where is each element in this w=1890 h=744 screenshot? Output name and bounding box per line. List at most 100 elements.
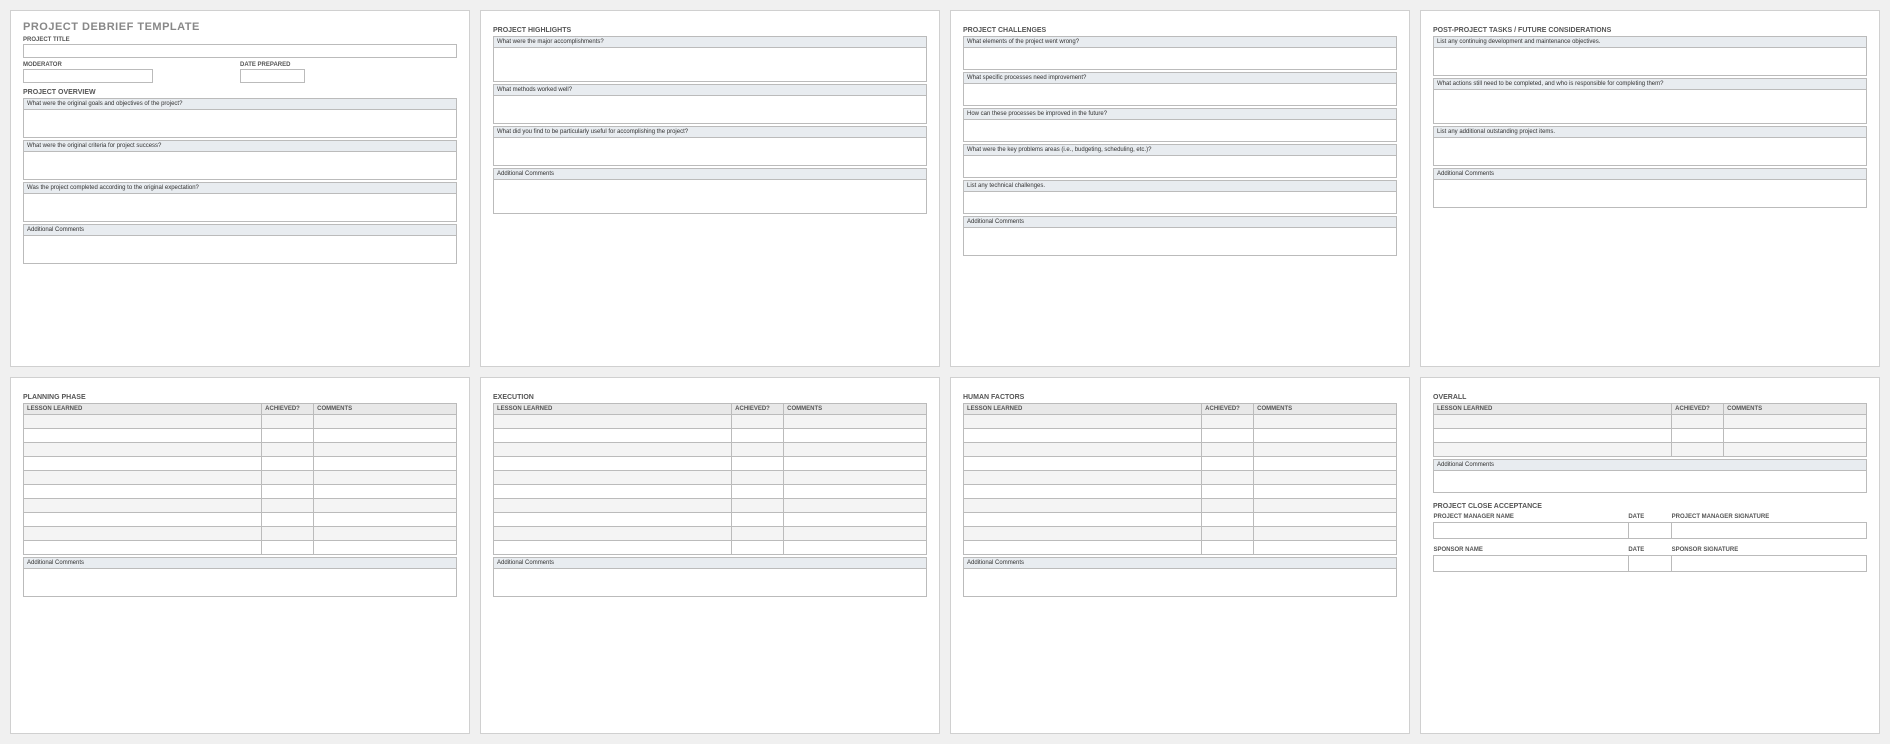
p1-additional-body[interactable] <box>23 236 457 264</box>
sponsor-sig-label: SPONSOR SIGNATURE <box>1672 545 1867 556</box>
sponsor-sig-input[interactable] <box>1672 556 1867 572</box>
col-lesson: LESSON LEARNED <box>24 404 262 415</box>
date-prepared-label: DATE PREPARED <box>240 62 457 68</box>
p3-additional-body[interactable] <box>963 228 1397 256</box>
moderator-input[interactable] <box>23 69 153 83</box>
p3-additional: Additional Comments <box>963 216 1397 228</box>
table-row <box>24 471 457 485</box>
sponsor-sig-row: SPONSOR NAMEDATESPONSOR SIGNATURE <box>1433 545 1867 572</box>
pm-date-label: DATE <box>1628 512 1671 523</box>
p6-additional-body[interactable] <box>493 569 927 597</box>
page-6: EXECUTION LESSON LEARNEDACHIEVED?COMMENT… <box>480 377 940 734</box>
p4-q3-body[interactable] <box>1433 138 1867 166</box>
table-row <box>494 415 927 429</box>
p7-additional: Additional Comments <box>963 557 1397 569</box>
p4-q2: What actions still need to be completed,… <box>1433 78 1867 90</box>
sponsor-date-label: DATE <box>1628 545 1671 556</box>
p3-q2: What specific processes need improvement… <box>963 72 1397 84</box>
table-row <box>1434 415 1867 429</box>
table-row <box>964 415 1397 429</box>
table-row <box>494 471 927 485</box>
table-row <box>24 527 457 541</box>
page-7: HUMAN FACTORS LESSON LEARNEDACHIEVED?COM… <box>950 377 1410 734</box>
p2-q3: What did you find to be particularly use… <box>493 126 927 138</box>
overall-table: LESSON LEARNEDACHIEVED?COMMENTS <box>1433 403 1867 457</box>
pm-date-input[interactable] <box>1628 523 1671 539</box>
p2-q1-body[interactable] <box>493 48 927 82</box>
table-row <box>494 541 927 555</box>
page-3: PROJECT CHALLENGES What elements of the … <box>950 10 1410 367</box>
p4-additional-body[interactable] <box>1433 180 1867 208</box>
col-achieved: ACHIEVED? <box>262 404 314 415</box>
planning-table: LESSON LEARNEDACHIEVED?COMMENTS <box>23 403 457 555</box>
date-prepared-input[interactable] <box>240 69 305 83</box>
pm-sig-row: PROJECT MANAGER NAMEDATEPROJECT MANAGER … <box>1433 512 1867 539</box>
p1-q2: What were the original criteria for proj… <box>23 140 457 152</box>
p1-q2-body[interactable] <box>23 152 457 180</box>
p2-additional-body[interactable] <box>493 180 927 214</box>
p2-q1: What were the major accomplishments? <box>493 36 927 48</box>
p3-q1: What elements of the project went wrong? <box>963 36 1397 48</box>
table-row <box>24 485 457 499</box>
page-1: PROJECT DEBRIEF TEMPLATE PROJECT TITLE M… <box>10 10 470 367</box>
col-comments: COMMENTS <box>314 404 457 415</box>
p2-q3-body[interactable] <box>493 138 927 166</box>
table-row <box>964 457 1397 471</box>
p5-additional: Additional Comments <box>23 557 457 569</box>
p3-q5: List any technical challenges. <box>963 180 1397 192</box>
p3-q4-body[interactable] <box>963 156 1397 178</box>
post-project-title: POST-PROJECT TASKS / FUTURE CONSIDERATIO… <box>1433 27 1867 34</box>
table-row <box>494 527 927 541</box>
p1-q3-body[interactable] <box>23 194 457 222</box>
table-row <box>964 471 1397 485</box>
pm-name-label: PROJECT MANAGER NAME <box>1434 512 1629 523</box>
p3-q3-body[interactable] <box>963 120 1397 142</box>
p3-q1-body[interactable] <box>963 48 1397 70</box>
overall-title: OVERALL <box>1433 394 1867 401</box>
p4-q1-body[interactable] <box>1433 48 1867 76</box>
p2-additional: Additional Comments <box>493 168 927 180</box>
human-factors-title: HUMAN FACTORS <box>963 394 1397 401</box>
p3-q5-body[interactable] <box>963 192 1397 214</box>
document-title: PROJECT DEBRIEF TEMPLATE <box>23 21 457 33</box>
p4-q3: List any additional outstanding project … <box>1433 126 1867 138</box>
table-row <box>494 443 927 457</box>
moderator-label: MODERATOR <box>23 62 240 68</box>
page-5: PLANNING PHASE LESSON LEARNEDACHIEVED?CO… <box>10 377 470 734</box>
sponsor-date-input[interactable] <box>1628 556 1671 572</box>
project-challenges-title: PROJECT CHALLENGES <box>963 27 1397 34</box>
p1-q3: Was the project completed according to t… <box>23 182 457 194</box>
sponsor-name-input[interactable] <box>1434 556 1629 572</box>
p2-q2-body[interactable] <box>493 96 927 124</box>
table-row <box>1434 429 1867 443</box>
p7-additional-body[interactable] <box>963 569 1397 597</box>
table-row <box>494 499 927 513</box>
p4-additional: Additional Comments <box>1433 168 1867 180</box>
p3-q2-body[interactable] <box>963 84 1397 106</box>
p1-q1-body[interactable] <box>23 110 457 138</box>
p5-additional-body[interactable] <box>23 569 457 597</box>
p1-q1: What were the original goals and objecti… <box>23 98 457 110</box>
pm-sig-input[interactable] <box>1672 523 1867 539</box>
p8-additional-body[interactable] <box>1433 471 1867 493</box>
execution-title: EXECUTION <box>493 394 927 401</box>
table-row <box>964 499 1397 513</box>
execution-table: LESSON LEARNEDACHIEVED?COMMENTS <box>493 403 927 555</box>
pm-name-input[interactable] <box>1434 523 1629 539</box>
table-row <box>964 541 1397 555</box>
table-row <box>964 527 1397 541</box>
project-title-input[interactable] <box>23 44 457 58</box>
project-overview-title: PROJECT OVERVIEW <box>23 89 457 96</box>
table-row <box>24 513 457 527</box>
table-row <box>494 429 927 443</box>
p4-q1: List any continuing development and main… <box>1433 36 1867 48</box>
p4-q2-body[interactable] <box>1433 90 1867 124</box>
table-row <box>494 485 927 499</box>
table-row <box>964 485 1397 499</box>
table-row <box>24 499 457 513</box>
table-row <box>494 513 927 527</box>
table-row <box>964 513 1397 527</box>
table-row <box>24 429 457 443</box>
p3-q4: What were the key problems areas (i.e., … <box>963 144 1397 156</box>
human-factors-table: LESSON LEARNEDACHIEVED?COMMENTS <box>963 403 1397 555</box>
